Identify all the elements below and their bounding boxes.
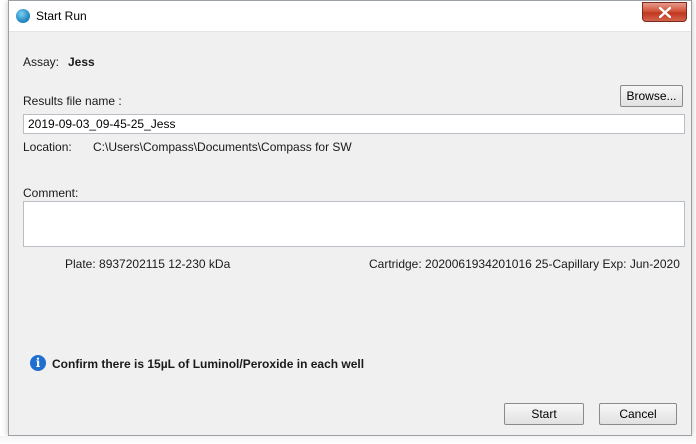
app-logo-icon xyxy=(16,9,30,23)
location-label: Location: xyxy=(23,140,72,154)
close-button[interactable] xyxy=(642,2,687,22)
info-icon: i xyxy=(30,355,46,371)
comment-label: Comment: xyxy=(23,186,79,200)
window-shadow xyxy=(0,436,696,444)
results-file-name-input[interactable]: 2019-09-03_09-45-25_Jess xyxy=(23,114,685,134)
cartridge-info: Cartridge: 2020061934201016 25-Capillary… xyxy=(369,257,680,271)
close-icon xyxy=(659,7,671,18)
location-path: C:\Users\Compass\Documents\Compass for S… xyxy=(93,140,352,154)
start-button[interactable]: Start xyxy=(504,403,584,425)
assay-value: Jess xyxy=(68,55,95,69)
plate-info: Plate: 8937202115 12-230 kDa xyxy=(65,257,231,271)
comment-input[interactable] xyxy=(23,201,685,247)
browse-button[interactable]: Browse... xyxy=(620,85,683,107)
results-file-label: Results file name : xyxy=(23,94,122,108)
title-bar: Start Run xyxy=(9,1,691,32)
window-title: Start Run xyxy=(36,9,87,23)
start-run-dialog: Start Run Assay: Jess Results file name … xyxy=(8,0,692,436)
assay-label: Assay: xyxy=(23,55,60,69)
luminol-notice: Confirm there is 15µL of Luminol/Peroxid… xyxy=(52,357,365,371)
cancel-button[interactable]: Cancel xyxy=(599,403,677,425)
